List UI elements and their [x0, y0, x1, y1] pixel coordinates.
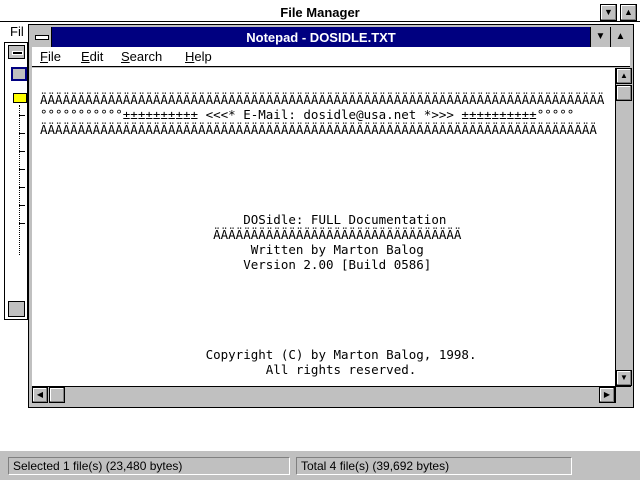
text-line: °°°°°°°°°°°±±±±±±±±±± <<<* E-Mail: dosid…: [40, 107, 575, 122]
minimize-button[interactable]: ▼: [590, 27, 610, 47]
tree-branch: [19, 115, 25, 116]
tree-branch: [19, 169, 25, 170]
menu-edit-rest: dit: [89, 49, 104, 64]
tree-scroll-button[interactable]: [8, 301, 25, 317]
notepad-titlebar[interactable]: Notepad - DOSIDLE.TXT ▼ ▲: [32, 27, 630, 47]
system-menu-button[interactable]: [32, 27, 52, 47]
menu-file-key: F: [40, 49, 48, 64]
tree-branch: [19, 133, 25, 134]
menu-search[interactable]: Search: [121, 49, 162, 64]
status-total: Total 4 file(s) (39,692 bytes): [296, 457, 572, 475]
vertical-scrollbar[interactable]: ▲ ▼: [615, 68, 632, 386]
text-line: Written by Marton Balog: [40, 242, 424, 257]
drive-icon[interactable]: [11, 67, 27, 81]
folder-icon[interactable]: [13, 93, 27, 103]
scrollbar-corner: [615, 386, 631, 403]
menu-help-key: H: [185, 49, 195, 64]
text-line: Version 2.00 [Build 0586]: [40, 257, 432, 272]
status-selected: Selected 1 file(s) (23,480 bytes): [8, 457, 290, 475]
maximize-button[interactable]: ▲: [620, 4, 637, 21]
directory-tree-window[interactable]: [4, 42, 28, 320]
minimize-button[interactable]: ▼: [600, 4, 617, 21]
vertical-scroll-thumb[interactable]: [616, 85, 632, 101]
tree-branch: [19, 151, 25, 152]
notepad-title: Notepad - DOSIDLE.TXT: [246, 30, 396, 45]
status-bar: Selected 1 file(s) (23,480 bytes) Total …: [0, 450, 640, 480]
notepad-window: Notepad - DOSIDLE.TXT ▼ ▲ File Edit Sear…: [28, 24, 634, 408]
scroll-right-button[interactable]: ▶: [599, 387, 615, 403]
file-manager-menu-file[interactable]: Fil: [10, 24, 24, 39]
menu-search-key: S: [121, 49, 130, 64]
tree-branch: [19, 187, 25, 188]
menu-help-rest: elp: [194, 49, 212, 64]
menu-edit[interactable]: Edit: [81, 49, 103, 64]
menu-file[interactable]: File: [40, 49, 61, 64]
text-line: ÄÄÄÄÄÄÄÄÄÄÄÄÄÄÄÄÄÄÄÄÄÄÄÄÄÄÄÄÄÄÄÄÄÄÄÄÄÄÄÄ…: [40, 92, 605, 107]
menu-edit-key: E: [81, 49, 90, 64]
scroll-up-button[interactable]: ▲: [616, 68, 632, 84]
file-manager-titlebar[interactable]: File Manager ▼ ▲: [0, 2, 640, 22]
maximize-button[interactable]: ▲: [610, 27, 630, 47]
menu-help[interactable]: Help: [185, 49, 212, 64]
text-line: Copyright (C) by Marton Balog, 1998.: [40, 347, 477, 362]
tree-branch: [19, 223, 25, 224]
tree-window-system-menu[interactable]: [8, 45, 25, 59]
tree-branch: [19, 205, 25, 206]
horizontal-scroll-thumb[interactable]: [49, 387, 65, 403]
horizontal-scrollbar[interactable]: ◀ ▶: [32, 386, 615, 403]
file-manager-title: File Manager: [280, 5, 360, 20]
text-line: DOSidle: FULL Documentation: [40, 212, 447, 227]
scroll-down-button[interactable]: ▼: [616, 370, 632, 386]
text-editor-area[interactable]: ÄÄÄÄÄÄÄÄÄÄÄÄÄÄÄÄÄÄÄÄÄÄÄÄÄÄÄÄÄÄÄÄÄÄÄÄÄÄÄÄ…: [32, 68, 615, 386]
text-line: All rights reserved.: [40, 362, 417, 377]
scroll-left-button[interactable]: ◀: [32, 387, 48, 403]
text-line: ÄÄÄÄÄÄÄÄÄÄÄÄÄÄÄÄÄÄÄÄÄÄÄÄÄÄÄÄÄÄÄÄÄ: [40, 227, 462, 242]
notepad-menubar: File Edit Search Help: [32, 47, 630, 67]
tree-lines: [19, 105, 20, 255]
menu-search-rest: earch: [129, 49, 163, 64]
text-line: ÄÄÄÄÄÄÄÄÄÄÄÄÄÄÄÄÄÄÄÄÄÄÄÄÄÄÄÄÄÄÄÄÄÄÄÄÄÄÄÄ…: [40, 122, 597, 137]
menu-file-rest: ile: [47, 49, 61, 64]
